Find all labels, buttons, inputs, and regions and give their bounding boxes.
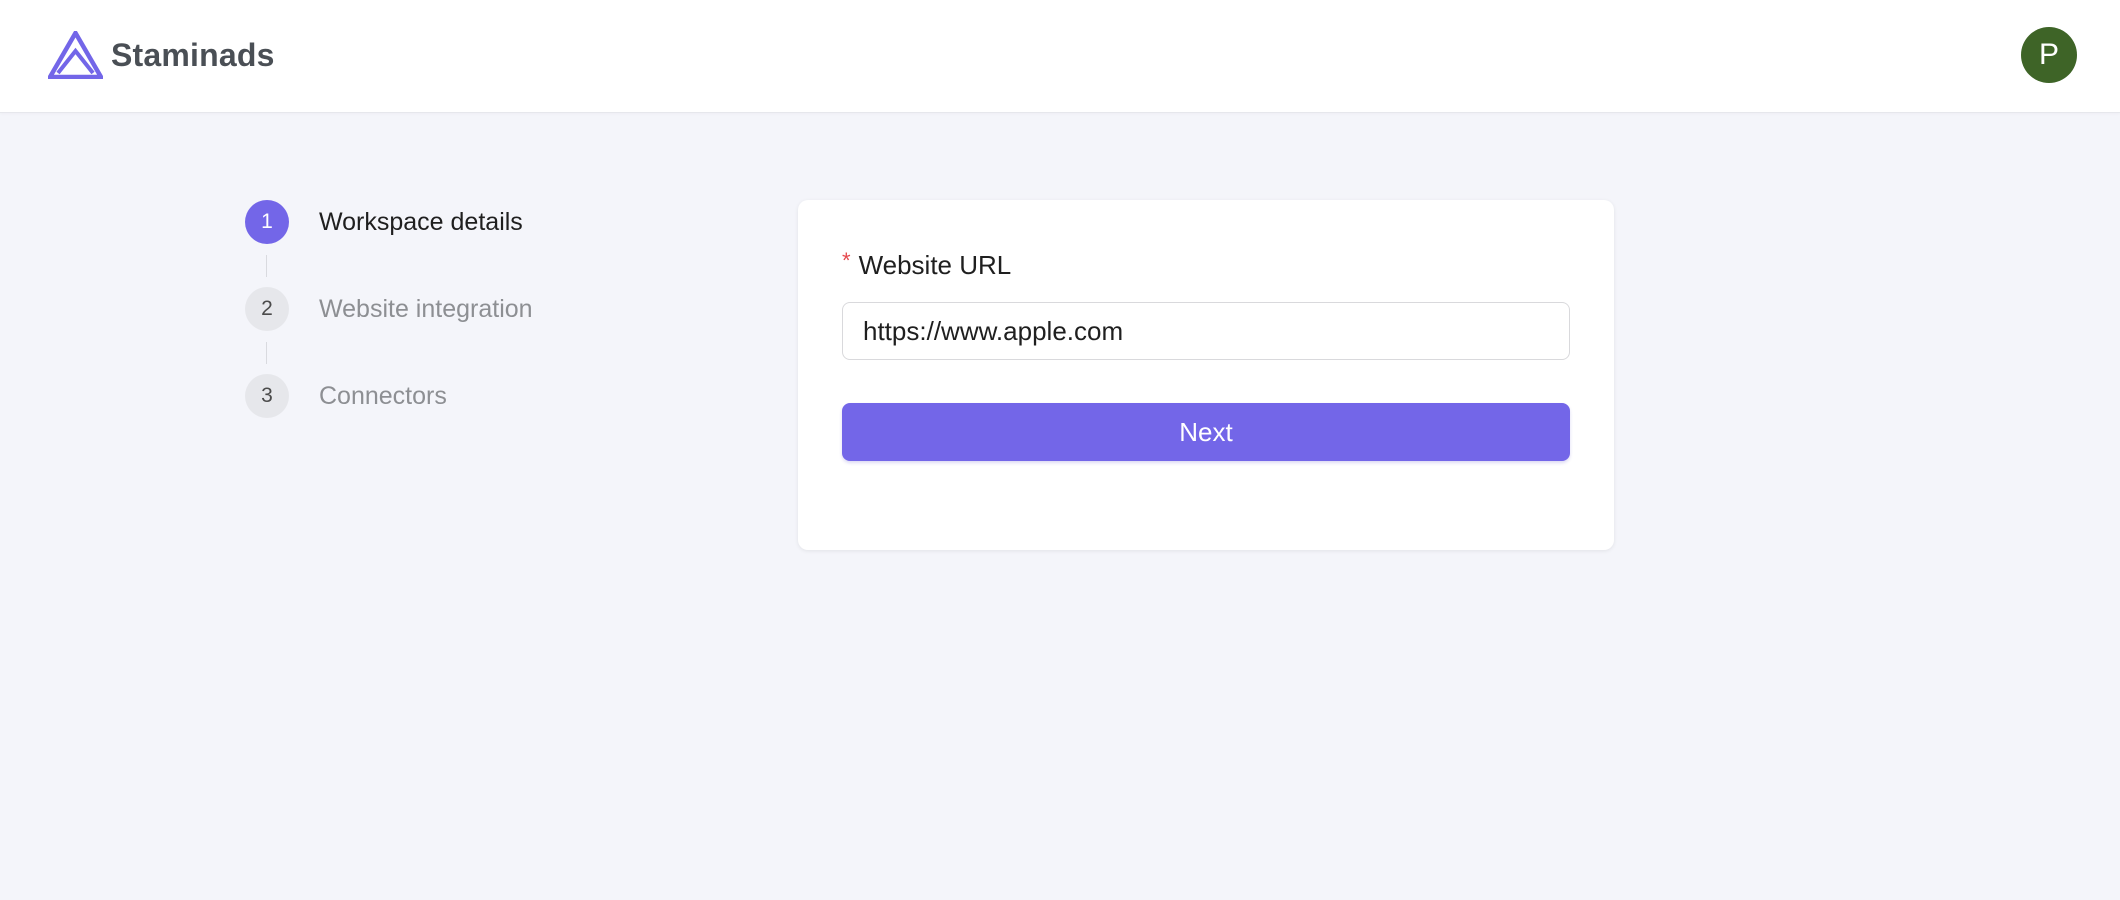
- step-label: Website integration: [319, 294, 533, 323]
- step-number-badge: 2: [245, 287, 289, 331]
- step-label: Connectors: [319, 381, 447, 410]
- step-workspace-details: 1 Workspace details: [245, 200, 523, 244]
- brand-name: Staminads: [111, 36, 275, 73]
- website-url-input[interactable]: [842, 302, 1570, 360]
- required-asterisk: *: [842, 248, 851, 273]
- avatar-initial: P: [2038, 38, 2059, 71]
- step-number: 3: [261, 384, 273, 407]
- step-website-integration: 2 Website integration: [245, 287, 533, 331]
- workspace-form-card: * Website URL Next: [798, 200, 1614, 550]
- user-avatar[interactable]: P: [2021, 27, 2077, 83]
- top-bar: Staminads P: [0, 0, 2120, 113]
- step-label: Workspace details: [319, 207, 523, 236]
- step-connector: [266, 255, 267, 277]
- step-number-badge: 1: [245, 200, 289, 244]
- step-connectors: 3 Connectors: [245, 374, 447, 418]
- website-url-label: * Website URL: [842, 250, 1011, 281]
- triangle-logo-icon: [48, 31, 103, 79]
- step-number: 2: [261, 297, 273, 320]
- step-number: 1: [261, 210, 273, 233]
- brand[interactable]: Staminads: [48, 30, 275, 80]
- website-url-label-text: Website URL: [858, 250, 1012, 280]
- next-button[interactable]: Next: [842, 403, 1570, 461]
- step-number-badge: 3: [245, 374, 289, 418]
- step-connector: [266, 342, 267, 364]
